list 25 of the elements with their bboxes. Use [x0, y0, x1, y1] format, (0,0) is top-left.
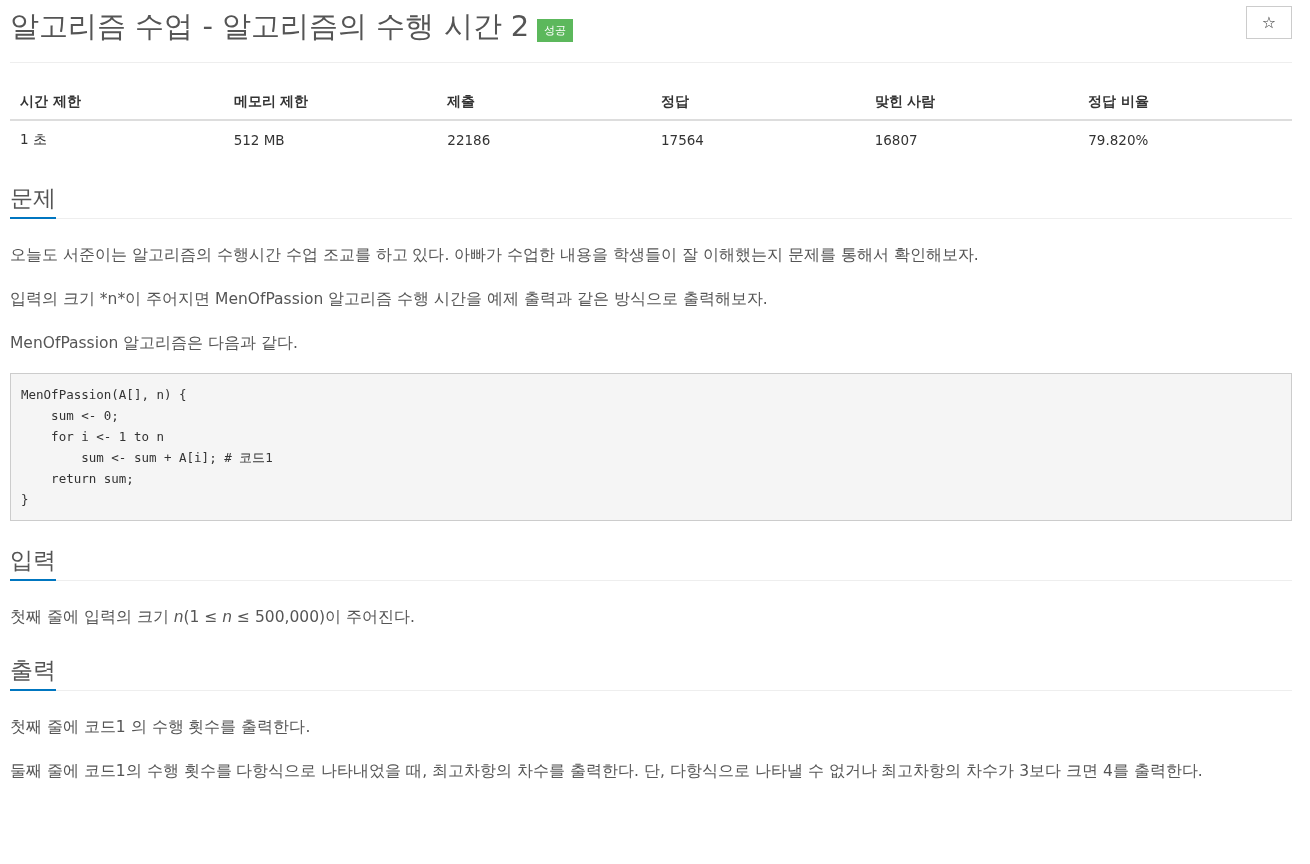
table-cell: 79.820%	[1078, 120, 1292, 159]
code-block: MenOfPassion(A[], n) { sum <- 0; for i <- 1 to n sum <- sum + A[i]; # 코드1 return sum; }	[10, 373, 1292, 521]
paragraph: 첫째 줄에 입력의 크기 n(1 ≤ n ≤ 500,000)이 주어진다.	[10, 607, 416, 628]
paragraph: MenOfPassion 알고리즘은 다음과 같다.	[10, 333, 299, 354]
status-badge: 성공	[537, 18, 574, 42]
column-header: 시간 제한	[10, 93, 224, 120]
column-header: 정답	[650, 93, 865, 120]
table-cell: 17564	[650, 120, 865, 159]
table-cell: 16807	[864, 120, 1079, 159]
section-heading: 문제	[10, 181, 56, 219]
section-heading: 입력	[10, 543, 56, 581]
problem-title: 알고리즘 수업 - 알고리즘의 수행 시간 2	[10, 8, 530, 45]
column-header: 제출	[437, 93, 651, 120]
table-cell: 22186	[437, 120, 651, 159]
paragraph: 첫째 줄에 코드1 의 수행 횟수를 출력한다.	[10, 717, 312, 738]
paragraph: 입력의 크기 *n*이 주어지면 MenOfPassion 알고리즘 수행 시간을 예제 출력과 같은 방식으로 출력해보자.	[10, 289, 769, 310]
star-button[interactable]: ☆	[1246, 6, 1292, 39]
column-header: 맞힌 사람	[864, 93, 1079, 120]
column-header: 정답 비율	[1078, 93, 1292, 120]
table-cell: 1 초	[10, 120, 224, 159]
column-header: 메모리 제한	[223, 93, 438, 120]
paragraph: 오늘도 서준이는 알고리즘의 수행시간 수업 조교를 하고 있다. 아빠가 수업한 내용을 학생들이 잘 이해했는지 문제를 통해서 확인해보자.	[10, 245, 980, 266]
table-cell: 512 MB	[223, 120, 438, 159]
paragraph: 둘째 줄에 코드1의 수행 횟수를 다항식으로 나타내었을 때, 최고차항의 차수를 출력한다. 단, 다항식으로 나타낼 수 없거나 최고차항의 차수가 3보다 크면 4를 출력한다.	[10, 761, 1204, 782]
section-heading: 출력	[10, 653, 56, 691]
